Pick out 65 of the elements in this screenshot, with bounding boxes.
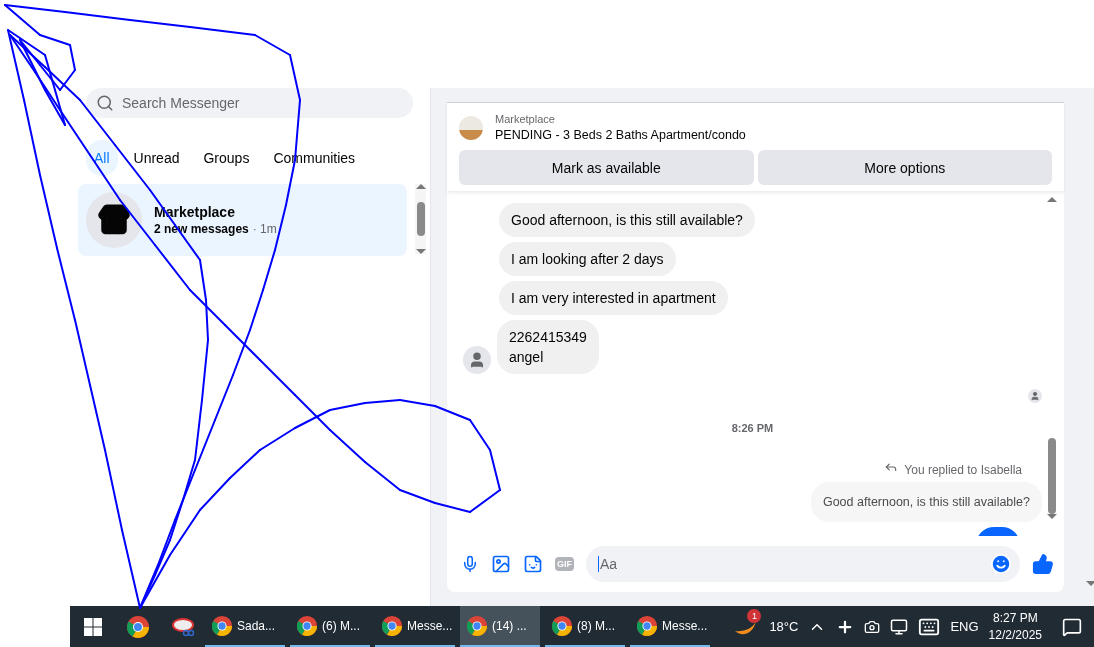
pen-stroke: [199, 477, 231, 511]
network-icon[interactable]: [890, 617, 909, 636]
scrollbar[interactable]: [415, 184, 426, 254]
scroll-down-arrow[interactable]: [1085, 581, 1094, 586]
pen-stroke: [259, 359, 296, 396]
seen-avatar-icon: [1028, 389, 1042, 403]
emoji-icon[interactable]: [990, 553, 1012, 575]
search-field[interactable]: Search Messenger: [86, 88, 413, 118]
pen-stroke: [74, 319, 91, 386]
conversation-time: · 1m: [252, 222, 277, 236]
filter-tab[interactable]: Unread: [125, 140, 188, 176]
browser-icon: [466, 614, 488, 637]
pen-stroke: [214, 374, 234, 421]
pen-stroke: [129, 19, 191, 28]
message-bubble: I am looking after 2 days: [499, 242, 676, 276]
like-icon[interactable]: [1032, 553, 1054, 575]
action-button[interactable]: More options: [757, 150, 1052, 185]
image-icon[interactable]: [491, 554, 511, 574]
pen-stroke: [79, 99, 116, 146]
store-avatar: [86, 192, 142, 248]
product-thumbnail: [459, 115, 483, 140]
pen-stroke: [262, 249, 276, 291]
camera-icon[interactable]: [864, 618, 881, 635]
action-button[interactable]: Mark as available: [459, 150, 754, 185]
windows-logo-icon: [83, 617, 102, 636]
notification-badge: 1: [747, 608, 762, 623]
notifications-icon[interactable]: [1062, 616, 1082, 637]
taskbar-app[interactable]: (6) M...: [290, 606, 370, 647]
taskbar-app[interactable]: Messe...: [375, 606, 455, 647]
clock[interactable]: 8:27 PM 12/2/2025: [988, 609, 1042, 644]
pen-stroke: [119, 199, 156, 246]
pen-stroke: [89, 154, 121, 201]
message-input[interactable]: Aa: [586, 546, 1020, 582]
taskbar-app[interactable]: Messe...: [630, 606, 710, 647]
listing-source: Marketplace: [495, 113, 556, 125]
browser-icon: [296, 614, 318, 637]
sticker-icon[interactable]: [523, 554, 543, 574]
message-bubble: Good afternoon, is this still available?: [499, 203, 755, 237]
pen-stroke: [274, 204, 287, 251]
avatar-icon: [463, 346, 491, 374]
taskbar-app[interactable]: (14) ...: [460, 606, 540, 647]
reply-icon: [884, 460, 899, 474]
browser-icon: [636, 614, 658, 637]
temperature: 18°C: [769, 619, 799, 634]
browser-icon: [125, 614, 150, 639]
filter-tab[interactable]: All: [86, 140, 118, 176]
timestamp: 8:26 PM: [731, 422, 774, 434]
pen-stroke: [64, 11, 131, 21]
quoted-message: Good afternoon, is this still available?: [810, 482, 1042, 522]
microphone-icon[interactable]: [461, 555, 479, 573]
taskbar-app[interactable]: (8) M...: [545, 606, 625, 647]
browser-icon: [551, 614, 573, 637]
pen-stroke: [154, 244, 191, 291]
pen-stroke: [229, 449, 261, 479]
language-indicator[interactable]: ENG: [950, 619, 979, 634]
reply-note: You replied to Isabella: [904, 463, 1022, 477]
listing-title: PENDING - 3 Beds 2 Baths Apartment/condo: [495, 128, 746, 142]
search-icon: [96, 94, 114, 112]
message-bubble: 2262415349 angel: [497, 320, 599, 374]
filter-tab[interactable]: Groups: [195, 140, 258, 176]
browser-icon: [381, 614, 403, 637]
pen-stroke: [89, 384, 106, 451]
message-bubble: I am very interested in apartment: [499, 281, 728, 315]
taskbar-app[interactable]: Sada...: [205, 606, 285, 647]
browser-icon: [211, 614, 233, 637]
